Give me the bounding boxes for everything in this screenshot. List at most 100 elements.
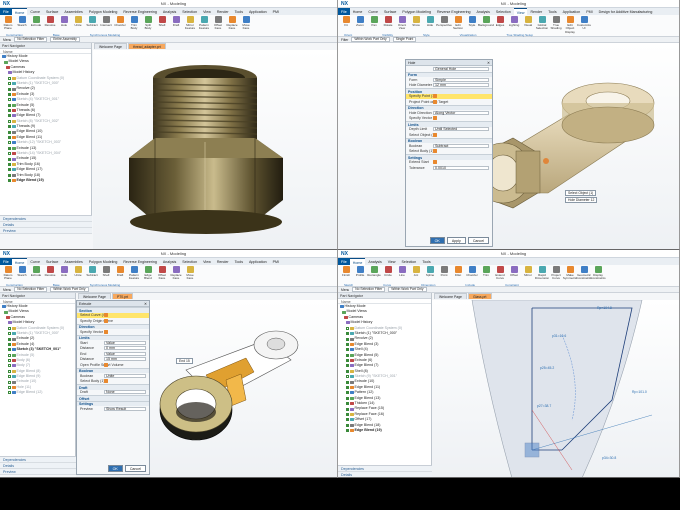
visibility-checkbox[interactable]	[346, 338, 349, 341]
menu-tab-view[interactable]: View	[514, 8, 528, 15]
visibility-checkbox[interactable]	[346, 359, 349, 362]
visibility-checkbox[interactable]	[8, 168, 11, 171]
visibility-checkbox[interactable]	[346, 397, 349, 400]
visibility-checkbox[interactable]	[346, 348, 349, 351]
apply-button[interactable]: Apply	[447, 237, 466, 244]
menu-tab-selection[interactable]: Selection	[179, 8, 200, 15]
select-icon[interactable]	[104, 313, 108, 317]
true-shading-button[interactable]: True Shading	[550, 16, 562, 35]
replace-face-button[interactable]: Replace Face	[170, 266, 182, 285]
visibility-checkbox[interactable]	[8, 391, 11, 394]
menu-tab-surface[interactable]: Surface	[43, 258, 61, 265]
dialog-field[interactable]: StartValue	[77, 340, 149, 346]
make-symmetric-button[interactable]: Make Symmetric	[564, 266, 576, 285]
menu-tab-view[interactable]: View	[200, 258, 214, 265]
menu-dropdown[interactable]: Filter	[341, 38, 348, 42]
dimension-label[interactable]: Rp=101.0	[632, 390, 647, 394]
menu-tab-selection[interactable]: Selection	[179, 258, 200, 265]
dialog-field[interactable]: PreviewShow Result	[77, 406, 149, 412]
dimension-label[interactable]: p31=10.6	[552, 334, 566, 338]
visibility-checkbox[interactable]	[8, 125, 11, 128]
menu-tab-surface[interactable]: Surface	[381, 8, 399, 15]
visibility-checkbox[interactable]	[8, 174, 11, 177]
dialog-field[interactable]: Tolerance0.0010	[406, 165, 492, 171]
cancel-button[interactable]: Cancel	[468, 237, 489, 244]
offset-face-button[interactable]: Offset Face	[156, 266, 168, 285]
menu-tab-surface[interactable]: Surface	[43, 8, 61, 15]
menu-tab-polygon-modeling[interactable]: Polygon Modeling	[86, 8, 121, 15]
edge-blend-button[interactable]: Edge Blend	[142, 266, 154, 285]
menu-tab-polygon-modeling[interactable]: Polygon Modeling	[86, 258, 121, 265]
field-value[interactable]: None	[104, 390, 146, 394]
field-value[interactable]: Until Selected	[433, 127, 489, 131]
visibility-checkbox[interactable]	[8, 348, 11, 351]
ok-button[interactable]: OK	[108, 465, 123, 472]
select-icon[interactable]	[433, 116, 437, 120]
floating-end-distance[interactable]: End 15	[176, 358, 193, 364]
shell-button[interactable]: Shell	[156, 16, 168, 35]
dialog-field[interactable]: Depth LimitUntil Selected	[406, 127, 492, 133]
customize-ui-button[interactable]: Customize UI	[578, 16, 590, 35]
visibility-checkbox[interactable]	[8, 109, 11, 112]
menu-tab-view[interactable]: View	[200, 8, 214, 15]
menu-tab-selection[interactable]: Selection	[399, 258, 420, 265]
dialog-field[interactable]: Distance15 mm	[77, 357, 149, 363]
visibility-checkbox[interactable]	[8, 338, 11, 341]
visibility-checkbox[interactable]	[8, 332, 11, 335]
dialog-field[interactable]: BooleanUnite	[77, 373, 149, 379]
menu-tab-selection[interactable]: Selection	[493, 8, 514, 15]
menu-tab-pmi[interactable]: PMI	[583, 8, 595, 15]
selection-filter-dropdown[interactable]: Within Work Part Only	[351, 37, 389, 42]
visibility-checkbox[interactable]	[346, 332, 349, 335]
dialog-field[interactable]: Hole Diameter12 mm	[406, 83, 492, 89]
field-value[interactable]: 0.0010	[433, 166, 489, 170]
dimension-label[interactable]: Rp=104.8	[597, 306, 612, 310]
select-icon[interactable]	[433, 133, 437, 137]
selection-filter-dropdown[interactable]: No Selection Filter	[352, 287, 385, 292]
visibility-checkbox[interactable]	[346, 354, 349, 357]
visibility-checkbox[interactable]	[346, 343, 349, 346]
visibility-checkbox[interactable]	[8, 359, 11, 362]
menu-tab-polygon-modeling[interactable]: Polygon Modeling	[399, 8, 434, 15]
selection-filter-dropdown[interactable]: Within Work Part Only	[50, 287, 88, 292]
field-value[interactable]: 0 mm	[104, 346, 146, 350]
visibility-checkbox[interactable]	[8, 131, 11, 134]
menu-dropdown[interactable]: Menu	[3, 38, 11, 42]
ok-button[interactable]: OK	[430, 237, 445, 244]
dialog-field[interactable]: FormSimple	[406, 77, 492, 83]
visibility-checkbox[interactable]	[8, 179, 11, 182]
dialog-field[interactable]: EndValue	[77, 351, 149, 357]
menu-tab-analysis[interactable]: Analysis	[160, 8, 179, 15]
select-icon[interactable]	[433, 149, 437, 153]
panel-preview[interactable]: Preview	[0, 469, 76, 475]
visibility-checkbox[interactable]	[8, 93, 11, 96]
trim-body-button[interactable]: Trim Body	[128, 16, 140, 35]
draft-button[interactable]: Draft	[170, 16, 182, 35]
visibility-checkbox[interactable]	[8, 370, 11, 373]
select-icon[interactable]	[433, 94, 437, 98]
visibility-checkbox[interactable]	[8, 354, 11, 357]
menu-tab-analysis[interactable]: Analysis	[160, 258, 179, 265]
menu-tab-file[interactable]: File	[338, 8, 350, 15]
selection-filter-dropdown[interactable]: Within Work Part Only	[388, 287, 426, 292]
floating-hole-diameter[interactable]: Hole Diameter 12	[565, 197, 597, 203]
visibility-checkbox[interactable]	[8, 386, 11, 389]
geometric-constraints-button[interactable]: Geometric Constraints	[578, 266, 590, 285]
visibility-checkbox[interactable]	[346, 408, 349, 411]
menu-tab-assemblies[interactable]: Assemblies	[61, 258, 85, 265]
menu-tab-file[interactable]: File	[0, 8, 12, 15]
welcome-page-tab[interactable]: Welcome Page	[78, 293, 111, 299]
visibility-checkbox[interactable]	[346, 381, 349, 384]
menu-tab-curve[interactable]: Curve	[27, 8, 43, 15]
graphics-viewport[interactable]	[93, 50, 338, 250]
project-curve-button[interactable]: Project Curve	[550, 266, 562, 285]
select-icon[interactable]	[433, 100, 437, 104]
panel-preview[interactable]: Preview	[0, 228, 92, 234]
cancel-button[interactable]: Cancel	[125, 465, 146, 472]
field-value[interactable]: Value	[104, 341, 146, 345]
visibility-checkbox[interactable]	[346, 375, 349, 378]
visibility-checkbox[interactable]	[346, 364, 349, 367]
visibility-checkbox[interactable]	[8, 136, 11, 139]
visibility-checkbox[interactable]	[346, 424, 349, 427]
select-icon[interactable]	[104, 319, 108, 323]
